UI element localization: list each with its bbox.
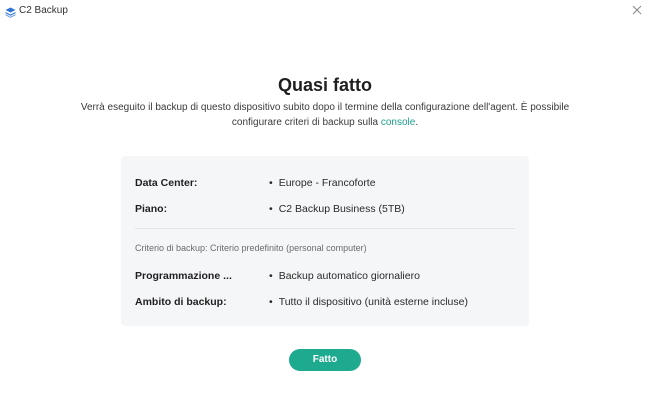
summary-label: Data Center:: [135, 177, 198, 189]
summary-card: Data Center: • Europe - Francoforte Piano…: [121, 156, 529, 326]
bullet: •: [269, 296, 273, 308]
title-bar: C2 Backup: [0, 0, 650, 22]
summary-value: • C2 Backup Business (5TB): [269, 202, 405, 216]
summary-row-data-center: Data Center: • Europe - Francoforte: [135, 176, 515, 190]
summary-label: Programmazione ...: [135, 270, 232, 282]
app-window: C2 Backup Quasi fatto Verrà eseguito il …: [0, 0, 650, 396]
bullet: •: [269, 177, 273, 189]
page-subtitle: Verrà eseguito il backup di questo dispo…: [55, 100, 595, 130]
backup-criterion: Criterio di backup: Criterio predefinito…: [135, 243, 367, 253]
done-button[interactable]: Fatto: [289, 349, 361, 371]
summary-row-scope: Ambito di backup: • Tutto il dispositivo …: [135, 295, 515, 309]
summary-value-text: Europe - Francoforte: [278, 177, 376, 189]
subtitle-text: Verrà eseguito il backup di questo dispo…: [80, 102, 570, 128]
summary-label: Ambito di backup:: [135, 296, 227, 308]
bullet: •: [269, 203, 273, 215]
close-icon[interactable]: [630, 3, 644, 17]
summary-value: • Europe - Francoforte: [269, 176, 376, 190]
page-title: Quasi fatto: [277, 75, 372, 95]
summary-label: Piano:: [135, 203, 168, 215]
divider: [135, 228, 515, 229]
stack-layers-icon: [5, 5, 16, 18]
window-title: C2 Backup: [19, 5, 68, 16]
console-link[interactable]: console: [381, 117, 415, 128]
summary-value: • Backup automatico giornaliero: [269, 269, 420, 283]
summary-row-schedule: Programmazione ... • Backup automatico gi…: [135, 269, 515, 283]
summary-value: • Tutto il dispositivo (unità esterne inc…: [269, 295, 468, 309]
summary-value-text: Tutto il dispositivo (unità esterne incl…: [278, 296, 468, 308]
summary-row-plan: Piano: • C2 Backup Business (5TB): [135, 202, 515, 216]
bullet: •: [269, 270, 273, 282]
summary-value-text: C2 Backup Business (5TB): [278, 203, 405, 215]
subtitle-end: .: [415, 117, 419, 128]
summary-value-text: Backup automatico giornaliero: [278, 270, 420, 282]
